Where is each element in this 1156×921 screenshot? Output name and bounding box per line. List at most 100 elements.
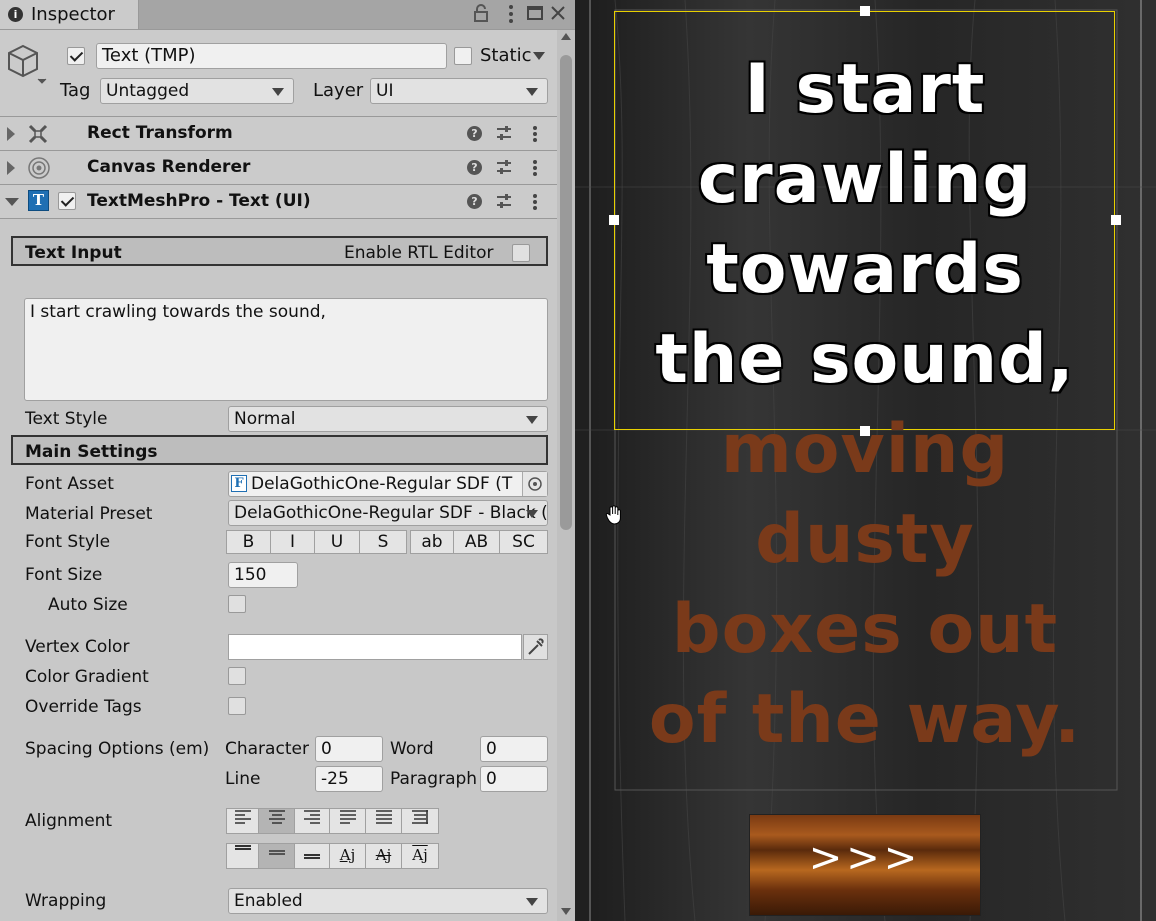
align-justified-button[interactable] [329,808,366,834]
text-input-area[interactable]: I start crawling towards the sound, [24,298,548,401]
valign-top-icon [234,845,251,850]
font-size-input[interactable]: 150 [228,562,298,588]
component-rect-transform[interactable]: Rect Transform ? [0,117,560,151]
info-icon: i [8,7,23,22]
character-spacing-input[interactable]: 0 [315,736,383,762]
font-style-bold-button[interactable]: B [226,530,271,554]
align-right-button[interactable] [294,808,330,834]
close-icon[interactable] [551,5,565,25]
text-line: moving [720,410,1010,489]
component-title: TextMeshPro - Text (UI) [87,191,311,211]
paragraph-spacing-input[interactable]: 0 [480,766,548,792]
foldout-arrow-icon[interactable] [7,127,15,141]
help-icon[interactable]: ? [467,160,482,175]
next-button-label: >>> [808,835,922,881]
line-spacing-label: Line [225,769,261,789]
wrapping-dropdown[interactable]: Enabled [228,888,548,914]
layer-dropdown[interactable]: UI [370,78,548,104]
align-geometry-icon [412,810,428,824]
component-title: Rect Transform [87,123,233,143]
tmp-text-icon: T [28,190,49,211]
preset-sliders-icon[interactable] [496,193,512,214]
eyedropper-icon[interactable] [523,634,548,660]
align-left-icon [234,810,251,824]
help-icon[interactable]: ? [467,126,482,141]
text-style-dropdown[interactable]: Normal [228,406,548,432]
font-asset-icon: F [231,475,247,492]
text-line: the sound, [655,320,1075,399]
text-style-label: Text Style [25,409,108,429]
layer-label: Layer [313,80,364,101]
valign-top-button[interactable] [226,843,259,869]
color-gradient-checkbox[interactable] [228,667,246,685]
valign-baseline-button[interactable]: Aj [329,843,366,869]
valign-capline-button[interactable]: Aj [401,843,439,869]
align-flush-icon [375,810,392,824]
eye-icon [27,157,51,184]
component-enabled-checkbox[interactable] [58,192,76,210]
more-options-icon[interactable] [532,159,538,182]
auto-size-checkbox[interactable] [228,595,246,613]
next-button[interactable]: >>> [749,814,981,916]
component-textmeshpro[interactable]: T TextMeshPro - Text (UI) ? [0,185,560,219]
section-title: Main Settings [25,442,158,462]
more-options-icon[interactable] [532,125,538,148]
object-picker-icon[interactable] [522,472,547,496]
valign-middle-button[interactable] [258,843,295,869]
brown-text-block: moving dusty boxes out of the way. [615,405,1115,765]
tab-label: Inspector [31,4,115,25]
scroll-down-icon[interactable] [561,908,571,915]
more-options-icon[interactable] [508,4,514,29]
tag-label: Tag [60,80,91,101]
resize-handle[interactable] [860,6,870,16]
font-style-strikethrough-button[interactable]: S [359,530,407,554]
align-flush-button[interactable] [365,808,402,834]
valign-bottom-button[interactable] [294,843,330,869]
maximize-icon[interactable] [527,5,543,26]
rtl-editor-label: Enable RTL Editor [344,243,494,263]
object-name-input[interactable]: Text (TMP) [96,43,447,69]
font-style-uppercase-button[interactable]: AB [453,530,500,554]
preset-sliders-icon[interactable] [496,125,512,146]
material-preset-label: Material Preset [25,504,153,524]
material-preset-dropdown[interactable]: DelaGothicOne-Regular SDF - Black ( [228,500,548,526]
font-style-italic-button[interactable]: I [270,530,315,554]
align-geometry-center-button[interactable] [401,808,439,834]
valign-midline-button[interactable]: Aj [365,843,402,869]
text-line: boxes out [671,590,1059,669]
tab-inspector[interactable]: i Inspector [0,0,139,29]
lock-icon[interactable] [474,4,488,26]
scrollbar-thumb[interactable] [560,55,572,530]
override-tags-checkbox[interactable] [228,697,246,715]
rtl-editor-checkbox[interactable] [512,244,530,262]
font-asset-field[interactable]: DelaGothicOne-Regular SDF (T [228,471,548,497]
align-left-button[interactable] [226,808,259,834]
foldout-arrow-icon[interactable] [5,198,19,206]
active-checkbox[interactable] [67,47,85,65]
font-style-underline-button[interactable]: U [314,530,360,554]
word-spacing-input[interactable]: 0 [480,736,548,762]
foldout-arrow-icon[interactable] [7,161,15,175]
rect-transform-icon [28,124,48,149]
text-line: I start [744,50,986,129]
white-text-block: I start crawling towards the sound, [615,45,1115,405]
component-title: Canvas Renderer [87,157,251,177]
wrapping-label: Wrapping [25,891,107,911]
scroll-up-icon[interactable] [561,33,571,40]
tag-dropdown[interactable]: Untagged [100,78,294,104]
static-dropdown-icon[interactable] [533,52,545,60]
vertex-color-swatch[interactable] [228,634,522,660]
help-icon[interactable]: ? [467,194,482,209]
preset-sliders-icon[interactable] [496,159,512,180]
font-style-smallcaps-button[interactable]: SC [499,530,548,554]
gameobject-cube-icon[interactable] [7,43,47,92]
font-size-label: Font Size [25,565,103,585]
font-style-lowercase-button[interactable]: ab [410,530,454,554]
component-canvas-renderer[interactable]: Canvas Renderer ? [0,151,560,185]
more-options-icon[interactable] [532,193,538,216]
text-line: crawling [697,140,1033,219]
line-spacing-input[interactable]: -25 [315,766,383,792]
static-label: Static [480,45,532,66]
align-center-button[interactable] [258,808,295,834]
static-checkbox[interactable] [454,47,472,65]
